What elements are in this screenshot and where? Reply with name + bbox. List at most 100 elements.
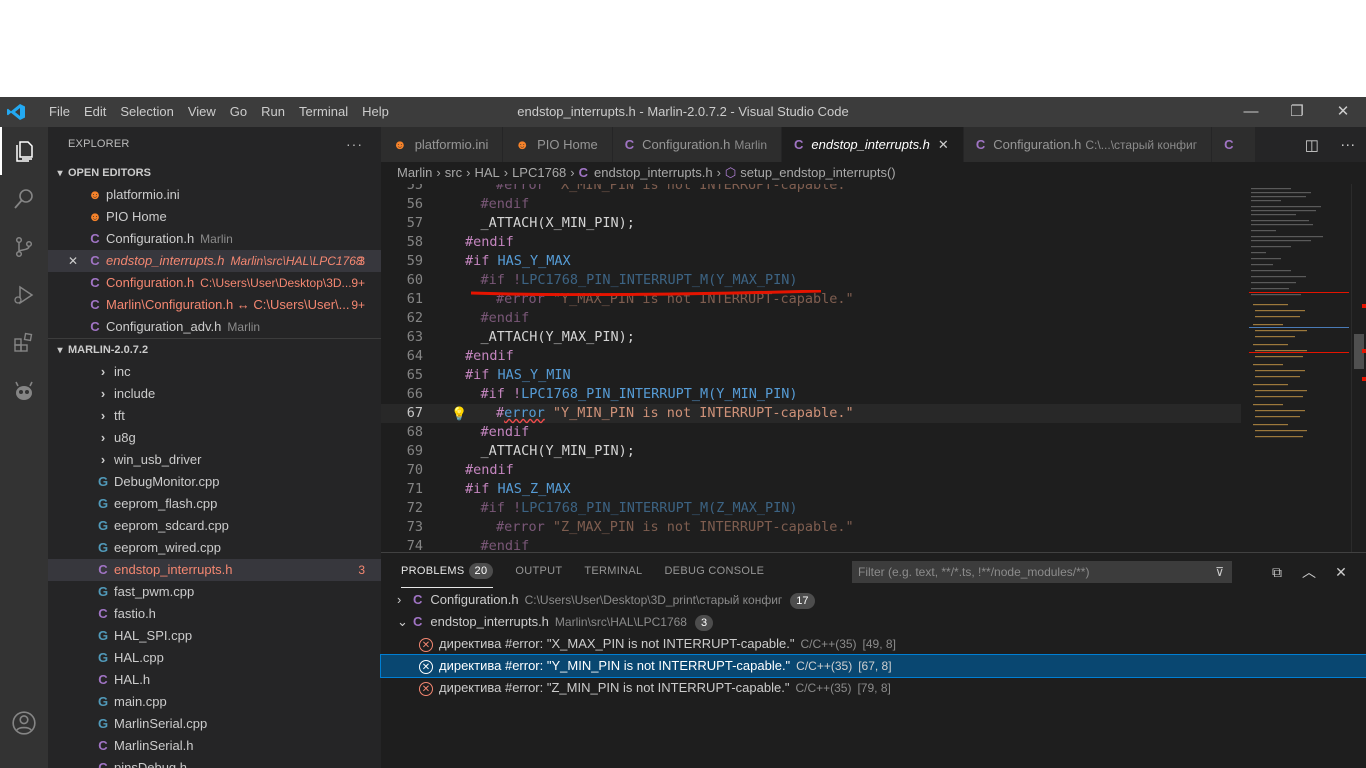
breadcrumb-item[interactable]: src bbox=[445, 165, 462, 180]
problem-file-group[interactable]: ⌄ Cendstop_interrupts.h Marlin\src\HAL\LPC… bbox=[381, 611, 1366, 633]
open-editor-item[interactable]: C Configuration.h Marlin bbox=[48, 228, 381, 250]
breadcrumb-item[interactable]: endstop_interrupts.h bbox=[594, 165, 713, 180]
restore-icon[interactable]: ❐ bbox=[1274, 97, 1320, 127]
code-line[interactable]: 72 #if !LPC1768_PIN_INTERRUPT_M(Z_MAX_PIN… bbox=[381, 499, 1241, 518]
editor-tab[interactable]: C Configuration.h Marlin bbox=[612, 127, 782, 162]
tree-folder[interactable]: › win_usb_driver bbox=[48, 449, 381, 471]
tree-file[interactable]: C MarlinSerial.h bbox=[48, 735, 381, 757]
tree-file[interactable]: G HAL.cpp bbox=[48, 647, 381, 669]
explorer-icon[interactable] bbox=[0, 127, 48, 175]
code-line[interactable]: 68 #endif bbox=[381, 423, 1241, 442]
panel-tab[interactable]: PROBLEMS 20 bbox=[401, 553, 494, 588]
open-editor-item[interactable]: ✕ Cendstop_interrupts.h Marlin\src\HAL\LPC… bbox=[48, 250, 381, 272]
open-editors-header[interactable]: ▾ OPEN EDITORS bbox=[48, 162, 381, 184]
menu-view[interactable]: View bbox=[181, 97, 223, 127]
code-line[interactable]: 60 #if !LPC1768_PIN_INTERRUPT_M(Y_MAX_PIN… bbox=[381, 271, 1241, 290]
source-control-icon[interactable] bbox=[0, 223, 48, 271]
problem-file-group[interactable]: › C Configuration.h C:\Users\User\Desktop\3… bbox=[381, 589, 1366, 611]
more-actions-icon[interactable]: ··· bbox=[346, 127, 363, 162]
code-line[interactable]: 67 💡 #error "Y_MIN_PIN is not INTERRUPT-ca… bbox=[381, 404, 1241, 423]
problems-filter-input[interactable]: Filter (e.g. text, **/*.ts, !**/node_mod… bbox=[852, 561, 1232, 583]
tree-file[interactable]: Gfast_pwm.cpp bbox=[48, 581, 381, 603]
run-debug-icon[interactable] bbox=[0, 271, 48, 319]
menu-selection[interactable]: Selection bbox=[113, 97, 180, 127]
tree-folder[interactable]: › inc bbox=[48, 361, 381, 383]
code-line[interactable]: 59 #if HAS_Y_MAX bbox=[381, 252, 1241, 271]
menu-terminal[interactable]: Terminal bbox=[292, 97, 355, 127]
tree-file[interactable]: CpinsDebug.h bbox=[48, 757, 381, 768]
code-line[interactable]: 70 #endif bbox=[381, 461, 1241, 480]
tree-folder[interactable]: › include bbox=[48, 383, 381, 405]
problem-item[interactable]: ✕ директива #error: "Y_MIN_PIN is not INT… bbox=[380, 654, 1366, 678]
tree-file[interactable]: Geeprom_wired.cpp bbox=[48, 537, 381, 559]
editor-tab[interactable]: Cendstop_interrupts.h ✕ bbox=[782, 127, 964, 162]
lightbulb-icon[interactable]: 💡 bbox=[451, 405, 467, 424]
close-tab-icon[interactable]: ✕ bbox=[938, 137, 949, 152]
close-panel-icon[interactable]: ✕ bbox=[1325, 561, 1357, 583]
extensions-icon[interactable] bbox=[0, 319, 48, 367]
editor-tab[interactable]: C bbox=[1212, 127, 1257, 162]
panel-tab[interactable]: OUTPUT bbox=[515, 553, 562, 589]
code-line[interactable]: 64 #endif bbox=[381, 347, 1241, 366]
close-editor-icon[interactable]: ✕ bbox=[68, 250, 78, 272]
platformio-icon[interactable] bbox=[0, 367, 48, 415]
search-icon[interactable] bbox=[0, 175, 48, 223]
problem-item[interactable]: ✕ директива #error: "Z_MIN_PIN is not INT… bbox=[381, 677, 1366, 699]
code-line[interactable]: 74 #endif bbox=[381, 537, 1241, 552]
editor-tab[interactable]: ☻ platformio.ini bbox=[381, 127, 504, 162]
minimap[interactable] bbox=[1249, 184, 1349, 552]
filter-icon[interactable]: ⊽ bbox=[1215, 561, 1224, 583]
tree-file[interactable]: Gmain.cpp bbox=[48, 691, 381, 713]
accounts-icon[interactable] bbox=[0, 699, 48, 747]
code-line[interactable]: 55 #error "X_MIN_PIN is not INTERRUPT-cap… bbox=[381, 184, 1241, 195]
open-editor-item[interactable]: ☻ platformio.ini bbox=[48, 184, 381, 206]
breadcrumb-item[interactable]: HAL bbox=[474, 165, 499, 180]
code-line[interactable]: 57 _ATTACH(X_MIN_PIN); bbox=[381, 214, 1241, 233]
menu-edit[interactable]: Edit bbox=[77, 97, 113, 127]
tree-file[interactable]: G HAL_SPI.cpp bbox=[48, 625, 381, 647]
code-line[interactable]: 71 #if HAS_Z_MAX bbox=[381, 480, 1241, 499]
problem-item[interactable]: ✕ директива #error: "X_MAX_PIN is not INT… bbox=[381, 633, 1366, 655]
maximize-panel-icon[interactable]: ︿ bbox=[1293, 561, 1325, 583]
menu-help[interactable]: Help bbox=[355, 97, 396, 127]
menu-file[interactable]: File bbox=[42, 97, 77, 127]
open-editor-item[interactable]: C Marlin\Configuration.h ↔ C:\Users\User\… bbox=[48, 294, 381, 316]
code-editor[interactable]: 55 #error "X_MIN_PIN is not INTERRUPT-cap… bbox=[381, 184, 1366, 552]
code-line[interactable]: 58 #endif bbox=[381, 233, 1241, 252]
code-line[interactable]: 65 #if HAS_Y_MIN bbox=[381, 366, 1241, 385]
tree-file[interactable]: G MarlinSerial.cpp bbox=[48, 713, 381, 735]
code-line[interactable]: 69 _ATTACH(Y_MIN_PIN); bbox=[381, 442, 1241, 461]
tree-file[interactable]: Geeprom_flash.cpp bbox=[48, 493, 381, 515]
code-line[interactable]: 73 #error "Z_MAX_PIN is not INTERRUPT-cap… bbox=[381, 518, 1241, 537]
breadcrumb-item[interactable]: LPC1768 bbox=[512, 165, 566, 180]
editor-tab[interactable]: C Configuration.h C:\...\старый конфиг bbox=[963, 127, 1213, 162]
breadcrumb-item[interactable]: Marlin bbox=[397, 165, 432, 180]
panel-tab[interactable]: DEBUG CONSOLE bbox=[664, 553, 764, 589]
split-editor-icon[interactable]: ◫ bbox=[1305, 136, 1319, 154]
code-line[interactable]: 62 #endif bbox=[381, 309, 1241, 328]
code-line[interactable]: 63 _ATTACH(Y_MAX_PIN); bbox=[381, 328, 1241, 347]
open-editor-item[interactable]: C Configuration_adv.h Marlin bbox=[48, 316, 381, 338]
panel-tab[interactable]: TERMINAL bbox=[584, 553, 642, 589]
project-header[interactable]: ▾ MARLIN-2.0.7.2 bbox=[48, 338, 381, 361]
minimize-icon[interactable]: — bbox=[1228, 97, 1274, 127]
editor-tab[interactable]: ☻ PIO Home bbox=[503, 127, 613, 162]
tree-file[interactable]: Geeprom_sdcard.cpp bbox=[48, 515, 381, 537]
code-line[interactable]: 66 #if !LPC1768_PIN_INTERRUPT_M(Y_MIN_PIN… bbox=[381, 385, 1241, 404]
collapse-all-icon[interactable]: ⧉ bbox=[1261, 561, 1293, 583]
tree-folder[interactable]: › tft bbox=[48, 405, 381, 427]
menu-run[interactable]: Run bbox=[254, 97, 292, 127]
tree-folder[interactable]: › u8g bbox=[48, 427, 381, 449]
close-window-icon[interactable]: ✕ bbox=[1320, 97, 1366, 127]
tree-file[interactable]: G DebugMonitor.cpp bbox=[48, 471, 381, 493]
breadcrumb-item[interactable]: setup_endstop_interrupts() bbox=[740, 165, 895, 180]
open-editor-item[interactable]: ☻ PIO Home bbox=[48, 206, 381, 228]
tree-file[interactable]: Cfastio.h bbox=[48, 603, 381, 625]
more-actions-icon[interactable]: ··· bbox=[1340, 136, 1355, 153]
vertical-scrollbar[interactable] bbox=[1351, 184, 1366, 552]
tree-file[interactable]: Cendstop_interrupts.h 3 bbox=[48, 559, 381, 581]
menu-go[interactable]: Go bbox=[223, 97, 254, 127]
tree-file[interactable]: C HAL.h bbox=[48, 669, 381, 691]
code-line[interactable]: 56 #endif bbox=[381, 195, 1241, 214]
open-editor-item[interactable]: C Configuration.h C:\Users\User\Desktop\3D… bbox=[48, 272, 381, 294]
